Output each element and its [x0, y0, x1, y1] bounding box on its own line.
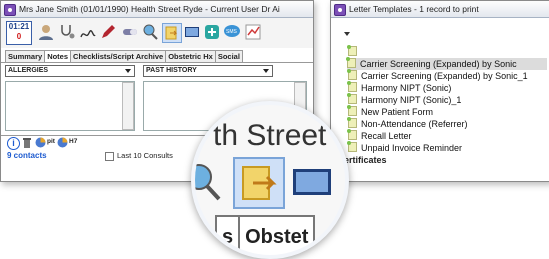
magnified-title-text: th Street Ry — [213, 119, 345, 152]
template-label: Carrier Screening (Expanded) by Sonic_1 — [361, 71, 528, 81]
svg-text:SMS: SMS — [226, 29, 238, 35]
template-item[interactable]: Carrier Screening (Expanded) by Sonic_1 — [347, 69, 528, 82]
letter-templates-titlebar[interactable]: Letter Templates - 1 record to print — [331, 1, 549, 18]
magnified-tab-obstetric: Obstet — [238, 215, 316, 255]
info-icon[interactable]: i — [7, 137, 20, 150]
allergies-label: ALLERGIES — [8, 67, 49, 74]
tab-social[interactable]: Social — [214, 50, 243, 62]
record-tabs: Summary Notes Checklists/Script Archive Obs… — [5, 50, 243, 62]
letter-templates-title: Letter Templates - 1 record to print — [349, 4, 479, 14]
document-icon — [347, 117, 357, 128]
document-icon — [347, 45, 357, 56]
search-user-icon[interactable] — [141, 23, 159, 41]
app-icon — [334, 4, 346, 16]
pit-label: pit — [47, 138, 55, 145]
tree-item-blank[interactable] — [347, 45, 361, 58]
magnified-tab-partial: s — [215, 215, 241, 255]
trash-icon[interactable] — [23, 138, 31, 148]
template-item[interactable]: Non-Attendance (Referrer) — [347, 117, 468, 130]
template-label: Carrier Screening (Expanded) by Sonic — [360, 59, 517, 69]
document-icon — [346, 57, 356, 68]
template-item[interactable]: Recall Letter — [347, 129, 412, 142]
pie-chart-icon[interactable] — [57, 137, 68, 148]
letter-templates-icon[interactable] — [162, 23, 182, 43]
letter-templates-window: Letter Templates - 1 record to print Car… — [330, 0, 549, 182]
collapse-arrow-icon[interactable] — [344, 32, 350, 36]
pie-chart-icon[interactable] — [35, 137, 46, 148]
timer-time: 01:21 — [8, 22, 30, 31]
stethoscope-icon[interactable] — [58, 23, 76, 41]
template-item[interactable]: Carrier Screening (Expanded) by Sonic — [346, 57, 547, 70]
pen-icon[interactable] — [99, 23, 117, 41]
app-icon — [4, 4, 16, 16]
chevron-down-icon — [263, 69, 269, 73]
last-consults-checkbox[interactable] — [105, 152, 114, 161]
document-icon — [347, 129, 357, 140]
document-icon — [347, 69, 357, 80]
patient-window-title: Mrs Jane Smith (01/01/1990) Health Stree… — [19, 4, 280, 14]
patient-window-titlebar[interactable]: Mrs Jane Smith (01/01/1990) Health Stree… — [1, 1, 313, 18]
template-item[interactable]: Harmony NIPT (Sonic)_1 — [347, 93, 462, 106]
template-label: Harmony NIPT (Sonic)_1 — [361, 95, 462, 105]
past-history-dropdown[interactable]: PAST HISTORY — [143, 65, 273, 77]
document-icon — [347, 81, 357, 92]
tab-summary[interactable]: Summary — [5, 50, 46, 62]
letter-templates-icon — [233, 157, 285, 209]
template-item[interactable]: Unpaid Invoice Reminder — [347, 141, 463, 154]
document-icon — [347, 105, 357, 116]
tab-obstetric-hx[interactable]: Obstetric Hx — [165, 50, 216, 62]
monitor-icon — [293, 169, 331, 195]
document-icon — [347, 93, 357, 104]
allergies-scrollbar[interactable] — [122, 82, 134, 130]
magnifier-callout: th Street Ry sObstet — [191, 101, 349, 259]
last-consults-label: Last 10 Consults — [117, 151, 173, 160]
tree-section-label[interactable]: ertificates — [344, 155, 387, 165]
user-icon[interactable] — [37, 23, 55, 41]
search-user-icon — [195, 164, 221, 201]
chevron-down-icon — [125, 69, 131, 73]
template-label: Non-Attendance (Referrer) — [361, 119, 468, 129]
pill-icon[interactable] — [121, 23, 139, 41]
template-label: Unpaid Invoice Reminder — [361, 143, 463, 153]
magnified-tabs: s Obstet — [215, 215, 316, 255]
document-icon — [347, 141, 357, 152]
past-history-label: PAST HISTORY — [146, 67, 197, 74]
template-label: Harmony NIPT (Sonic) — [361, 83, 452, 93]
template-label: Recall Letter — [361, 131, 412, 141]
timer-count: 0 — [16, 32, 22, 41]
add-icon[interactable] — [203, 23, 221, 41]
chart-icon[interactable] — [244, 23, 262, 41]
template-label: New Patient Form — [361, 107, 434, 117]
monitor-icon[interactable] — [183, 23, 201, 41]
tab-checklists[interactable]: Checklists/Script Archive — [70, 50, 167, 62]
tab-notes[interactable]: Notes — [44, 50, 72, 62]
template-item[interactable]: Harmony NIPT (Sonic) — [347, 81, 452, 94]
allergies-list[interactable] — [5, 81, 135, 131]
signature-icon[interactable] — [79, 23, 97, 41]
template-item[interactable]: New Patient Form — [347, 105, 434, 118]
sms-icon[interactable]: SMS — [223, 23, 241, 41]
templates-tree: Carrier Screening (Expanded) by Sonic Ca… — [331, 18, 549, 181]
allergies-dropdown[interactable]: ALLERGIES — [5, 65, 135, 77]
h7-label: H7 — [69, 138, 78, 145]
consult-timer[interactable]: 01:21 0 — [6, 21, 32, 45]
contacts-link[interactable]: 9 contacts — [7, 151, 47, 160]
